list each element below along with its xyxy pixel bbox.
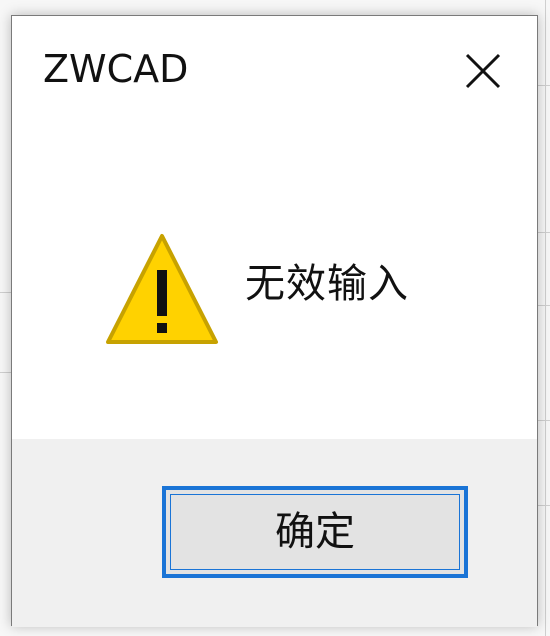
- background-divider: [538, 305, 550, 306]
- warning-icon: [106, 234, 218, 344]
- background-divider: [538, 505, 550, 506]
- alert-dialog: ZWCAD 无效输入 确定: [11, 15, 538, 627]
- background-divider: [545, 0, 546, 636]
- close-icon: [465, 53, 501, 89]
- dialog-title: ZWCAD: [43, 47, 189, 91]
- error-message: 无效输入: [245, 261, 409, 307]
- background-divider: [0, 372, 11, 373]
- background-divider: [538, 85, 550, 86]
- close-button[interactable]: [456, 46, 510, 96]
- ok-button[interactable]: 确定: [162, 486, 468, 578]
- background-divider: [538, 420, 550, 421]
- background-divider: [0, 292, 11, 293]
- background-divider: [538, 232, 550, 233]
- ok-button-label: 确定: [275, 509, 355, 555]
